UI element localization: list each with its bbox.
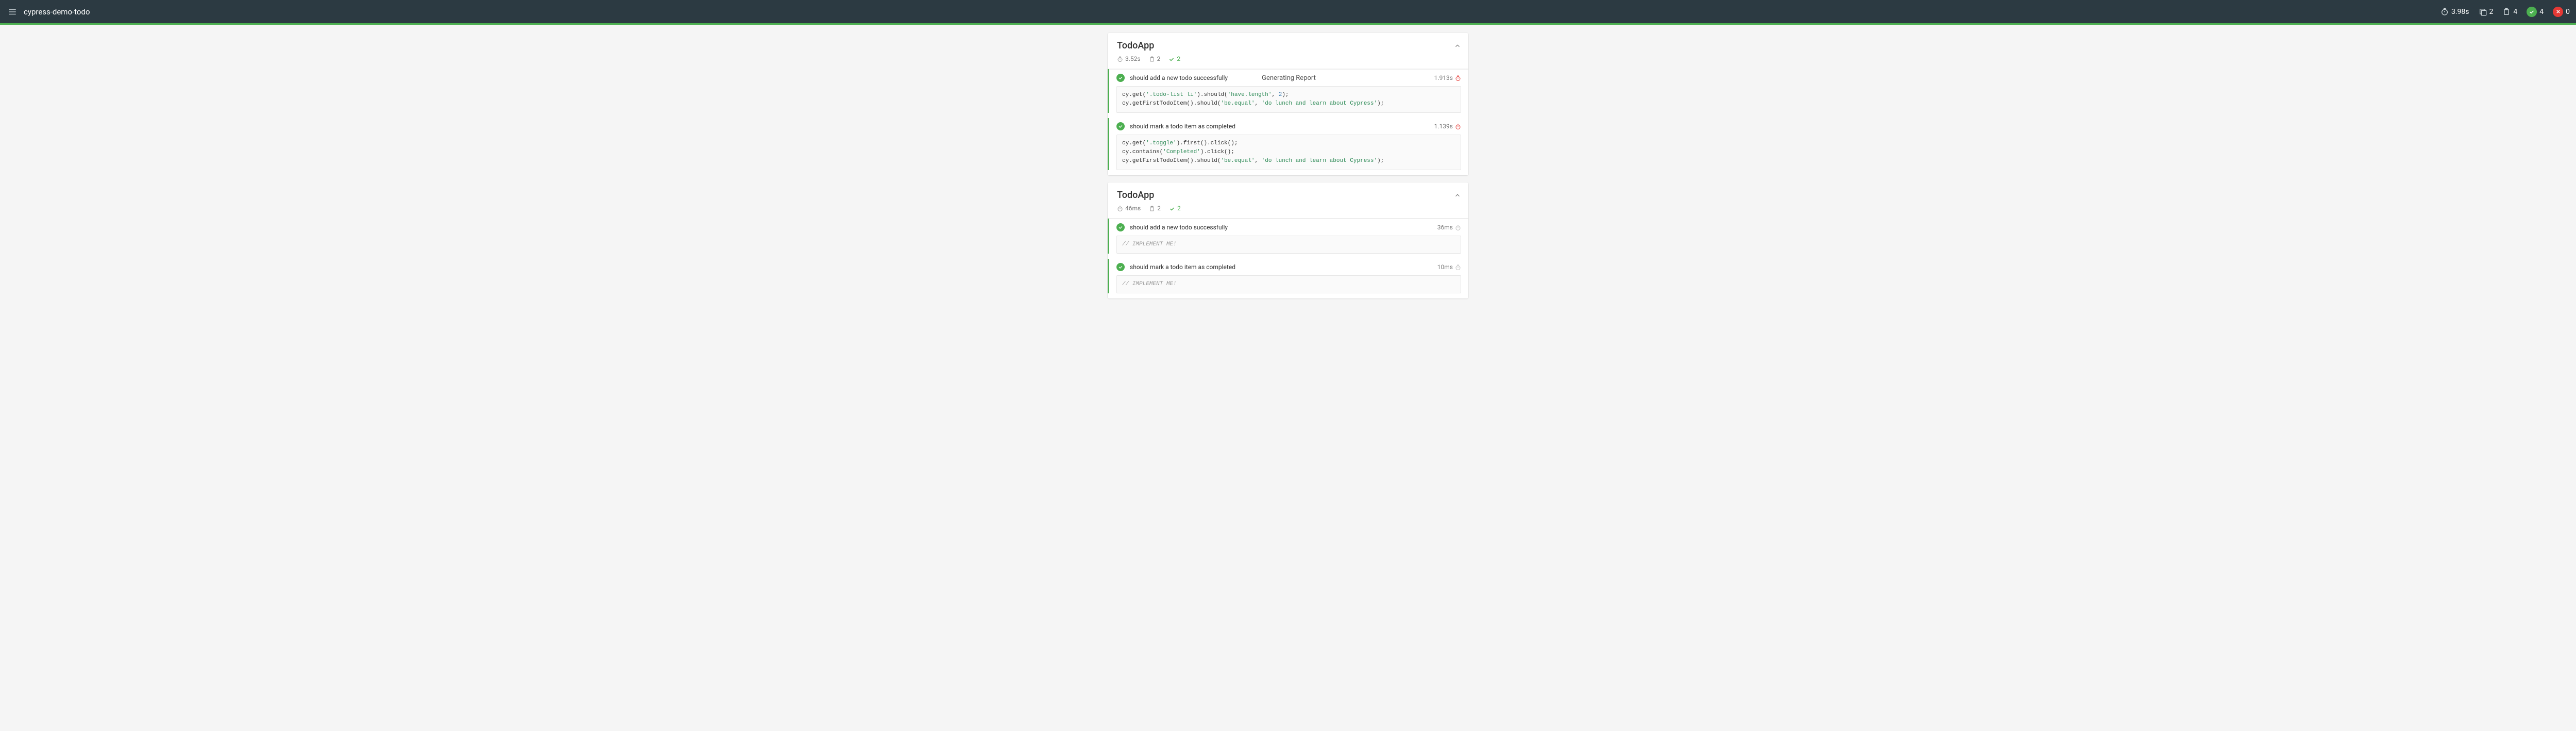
pass-badge-icon [2527, 7, 2537, 17]
test-duration-value: 10ms [1437, 263, 1453, 271]
menu-icon[interactable] [6, 6, 19, 18]
pass-icon [1116, 122, 1125, 130]
suites-icon [2479, 8, 2487, 16]
stopwatch-icon [1455, 74, 1461, 81]
suite-duration-value: 3.52s [1125, 55, 1141, 62]
test-row[interactable]: should mark a todo item as completed 1.1… [1109, 118, 1468, 135]
suite-duration: 3.52s [1117, 55, 1141, 62]
check-icon [1169, 205, 1175, 212]
clipboard-icon [2502, 8, 2511, 16]
stopwatch-icon [1117, 205, 1123, 212]
fail-badge-icon [2553, 7, 2563, 17]
header-passes-value: 4 [2539, 8, 2544, 16]
header-duration-value: 3.98s [2451, 8, 2469, 16]
test-row[interactable]: should add a new todo successfully Gener… [1109, 69, 1468, 86]
suite-tests: 2 [1149, 205, 1161, 212]
chevron-up-icon[interactable] [1454, 190, 1461, 200]
test-item: should add a new todo successfully Gener… [1108, 69, 1468, 113]
suite-passes-value: 2 [1177, 205, 1181, 212]
stopwatch-icon [2441, 8, 2449, 16]
test-duration-value: 36ms [1437, 224, 1453, 231]
test-row[interactable]: should mark a todo item as completed 10m… [1109, 259, 1468, 275]
suite-tests: 2 [1149, 55, 1161, 62]
header-stats: 3.98s 2 4 4 0 [2441, 7, 2570, 17]
stopwatch-icon [1455, 123, 1461, 130]
stat-tests: 4 [2502, 8, 2517, 16]
chevron-up-icon[interactable] [1454, 40, 1461, 50]
test-item: should mark a todo item as completed 10m… [1108, 259, 1468, 293]
test-name: should mark a todo item as completed [1130, 263, 1437, 271]
test-code: cy.get('.toggle').first().click(); cy.co… [1116, 135, 1461, 170]
test-row[interactable]: should add a new todo successfully 36ms [1109, 219, 1468, 236]
stat-suites: 2 [2479, 8, 2494, 16]
header-failures-value: 0 [2566, 8, 2570, 16]
stat-passes: 4 [2527, 7, 2544, 17]
header-tests-value: 4 [2513, 8, 2517, 16]
clipboard-icon [1149, 205, 1155, 212]
suite-passes-value: 2 [1177, 55, 1180, 62]
suite-duration: 46ms [1117, 205, 1141, 212]
test-duration: 10ms [1437, 263, 1461, 271]
test-code: cy.get('.todo-list li').should('have.len… [1116, 86, 1461, 113]
suite-tests-value: 2 [1157, 205, 1161, 212]
stat-duration: 3.98s [2441, 8, 2469, 16]
header-suites-value: 2 [2489, 8, 2494, 16]
page-title: cypress-demo-todo [24, 7, 90, 16]
stat-failures: 0 [2553, 7, 2570, 17]
report-content: TodoApp 3.52s 2 2 should add a new todo … [1108, 33, 1468, 298]
stopwatch-icon [1117, 55, 1123, 62]
test-duration: 1.913s [1434, 74, 1461, 81]
suite-title: TodoApp [1117, 40, 1459, 51]
suite-passes: 2 [1169, 205, 1181, 212]
pass-icon [1116, 263, 1125, 271]
suite-title: TodoApp [1117, 190, 1459, 201]
test-name: should mark a todo item as completed [1130, 123, 1434, 130]
suite-stats: 46ms 2 2 [1108, 201, 1468, 219]
stopwatch-icon [1455, 263, 1461, 271]
suite-card: TodoApp 46ms 2 2 should add a new todo s… [1108, 182, 1468, 298]
suite-tests-value: 2 [1157, 55, 1161, 62]
clipboard-icon [1149, 55, 1155, 62]
test-item: should add a new todo successfully 36ms … [1108, 219, 1468, 254]
suite-header[interactable]: TodoApp [1108, 33, 1468, 51]
test-duration: 1.139s [1434, 123, 1461, 130]
pass-icon [1116, 74, 1125, 82]
test-duration-value: 1.913s [1434, 74, 1453, 81]
test-code: // IMPLEMENT ME! [1116, 275, 1461, 293]
suite-card: TodoApp 3.52s 2 2 should add a new todo … [1108, 33, 1468, 175]
stopwatch-icon [1455, 224, 1461, 231]
center-message: Generating Report [1262, 74, 1316, 82]
suite-passes: 2 [1168, 55, 1180, 62]
test-duration: 36ms [1437, 224, 1461, 231]
test-name: should add a new todo successfully [1130, 224, 1437, 231]
app-header: cypress-demo-todo 3.98s 2 4 4 [0, 0, 2576, 25]
test-duration-value: 1.139s [1434, 123, 1453, 130]
test-code: // IMPLEMENT ME! [1116, 236, 1461, 254]
suite-header[interactable]: TodoApp [1108, 182, 1468, 201]
check-icon [1168, 55, 1175, 62]
test-item: should mark a todo item as completed 1.1… [1108, 118, 1468, 170]
pass-icon [1116, 223, 1125, 231]
suite-duration-value: 46ms [1125, 205, 1141, 212]
suite-stats: 3.52s 2 2 [1108, 51, 1468, 69]
